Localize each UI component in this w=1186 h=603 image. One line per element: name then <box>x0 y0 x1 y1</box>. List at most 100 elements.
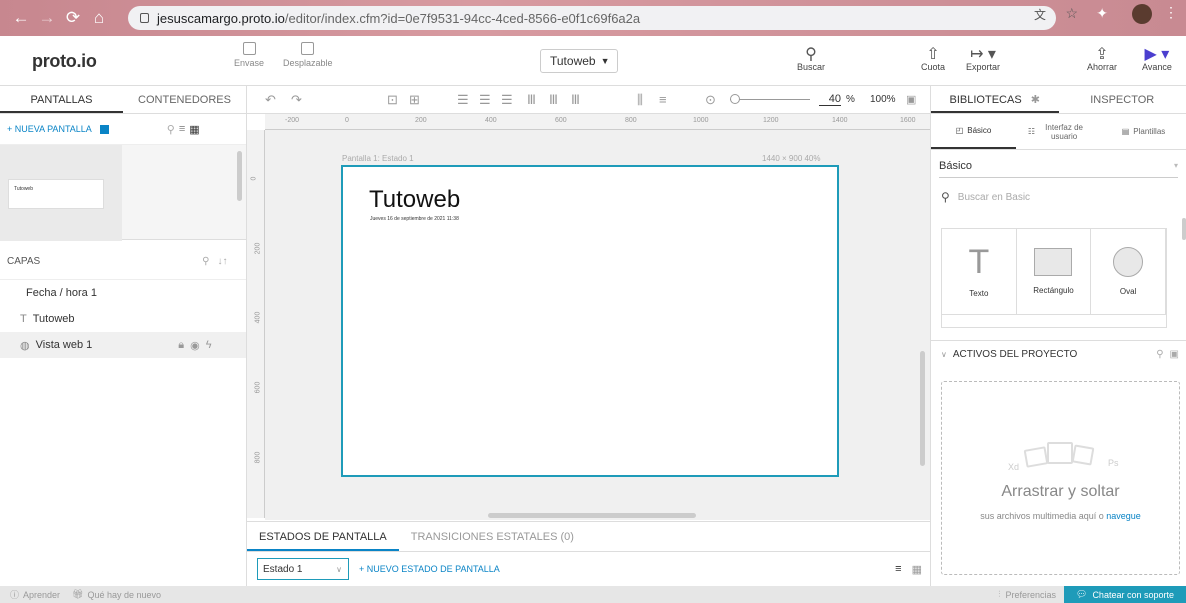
zoom-slider-handle[interactable] <box>730 94 740 104</box>
reload-icon[interactable]: ⟳ <box>60 5 86 31</box>
new-screen-button[interactable]: + NUEVA PANTALLA <box>7 124 92 134</box>
forward-icon[interactable]: → <box>34 5 60 31</box>
search-icon[interactable]: ⚲ <box>1156 349 1163 360</box>
xd-icon: Xd <box>1008 462 1020 472</box>
tab-pantallas[interactable]: PANTALLAS <box>0 86 123 113</box>
grid-view-icon[interactable]: ▦ <box>912 563 922 576</box>
ahorrar-label: Ahorrar <box>1087 62 1118 72</box>
tab-state-transitions[interactable]: TRANSICIONES ESTATALES (0) <box>399 522 586 551</box>
layer-item[interactable]: ◍ Vista web 1 🔒︎ ◉ ϟ <box>0 332 246 358</box>
pin-icon[interactable]: ✱ <box>1031 94 1040 106</box>
right-panel: BIBLIOTECAS ✱ INSPECTOR ◰ Básico ☷ Inter… <box>930 86 1186 586</box>
avance-button[interactable]: ▶ ▾ Avance <box>1142 44 1172 72</box>
frame-label: Pantalla 1: Estado 1 <box>342 154 414 163</box>
share-icon: ⇧ <box>926 46 940 63</box>
new-state-button[interactable]: + NUEVO ESTADO DE PANTALLA <box>359 564 500 574</box>
browse-link[interactable]: navegue <box>1106 511 1141 521</box>
ruler-tick: 200 <box>254 242 262 255</box>
fit-screen-icon[interactable]: ▣ <box>906 93 916 106</box>
library-item-oval[interactable]: Oval <box>1091 229 1166 315</box>
lock-icon[interactable]: 🔒︎ <box>178 339 184 352</box>
align-middle-icon[interactable]: Ⅲ <box>549 92 558 108</box>
preferences-link[interactable]: Preferencias <box>1005 590 1056 600</box>
lib-tab-basic[interactable]: ◰ Básico <box>931 114 1016 149</box>
list-view-icon[interactable]: ≡ <box>179 123 185 135</box>
lib-tab-templates[interactable]: ▤ Plantillas <box>1101 114 1186 149</box>
exportar-button[interactable]: ↦ ▾ Exportar <box>966 44 1000 72</box>
layer-item[interactable]: T Tutoweb <box>0 306 246 332</box>
cuota-label: Cuota <box>921 62 946 72</box>
zoom-slider[interactable] <box>730 94 810 104</box>
zoom-value[interactable]: 40 <box>819 93 841 106</box>
media-dropzone[interactable]: Xd Ps Arrastrar y soltar sus archivos mu… <box>941 381 1180 575</box>
canvas-stage[interactable]: Pantalla 1: Estado 1 1440 × 900 40% Tuto… <box>265 130 930 520</box>
avatar[interactable] <box>1132 4 1152 24</box>
canvas-vertical-scrollbar[interactable] <box>920 351 925 466</box>
screen-frame[interactable]: Tutoweb Jueves 16 de septiembre de 2021 … <box>341 165 839 477</box>
screen-thumbnail[interactable]: Tutoweb <box>0 145 122 241</box>
frame-title-text[interactable]: Tutoweb <box>369 186 460 214</box>
frame-date-text[interactable]: Jueves 16 de septiembre de 2021 11:38 <box>370 216 459 222</box>
search-icon[interactable]: ⚲ <box>202 256 209 267</box>
align-center-icon[interactable]: ☰ <box>479 92 491 108</box>
buscar-label: Buscar <box>797 62 826 72</box>
tab-screen-states[interactable]: ESTADOS DE PANTALLA <box>247 522 399 551</box>
project-name: Tutoweb <box>550 54 596 68</box>
align-left-icon[interactable]: ☰ <box>457 92 469 108</box>
address-bar[interactable]: jesuscamargo.proto.io/editor/index.cfm?i… <box>128 6 1056 30</box>
aprender-link[interactable]: Aprender <box>23 590 60 600</box>
envase-button[interactable]: Envase <box>234 42 264 68</box>
snap-icon[interactable]: ⊙ <box>705 92 716 108</box>
home-icon[interactable]: ⌂ <box>86 5 112 31</box>
back-icon[interactable]: ← <box>8 5 34 31</box>
tab-contenedores[interactable]: CONTENEDORES <box>123 86 246 113</box>
sort-icon[interactable]: ↓↑ <box>218 256 228 267</box>
distribute-h-icon[interactable]: ⫼ <box>637 92 643 108</box>
ahorrar-button[interactable]: ⇪ Ahorrar <box>1087 44 1117 72</box>
list-view-icon[interactable]: ≡ <box>895 563 901 575</box>
translate-icon[interactable]: 文 <box>1034 6 1046 23</box>
buscar-button[interactable]: ⚲ Buscar <box>797 44 825 72</box>
desplazable-button[interactable]: Desplazable <box>283 42 333 68</box>
library-search[interactable]: ⚲ Buscar en Basic <box>931 182 1186 212</box>
undo-icon[interactable]: ↶ <box>265 92 276 108</box>
ruler-tick: 400 <box>254 311 262 324</box>
screen-template-icon[interactable] <box>99 124 109 134</box>
align-top-icon[interactable]: Ⅲ <box>527 92 536 108</box>
tab-inspector[interactable]: INSPECTOR <box>1059 86 1186 113</box>
lib-tab-ui[interactable]: ☷ Interfaz de usuario <box>1016 114 1101 149</box>
align-right-icon[interactable]: ☰ <box>501 92 513 108</box>
redo-icon[interactable]: ↷ <box>291 92 302 108</box>
library-item-rectangle[interactable]: Rectángulo <box>1016 229 1092 315</box>
star-icon[interactable]: ☆ <box>1065 5 1078 22</box>
state-select[interactable]: Estado 1 ∨ <box>257 558 349 580</box>
tab-libraries[interactable]: BIBLIOTECAS ✱ <box>931 86 1059 113</box>
thumb-scrollbar[interactable] <box>237 151 242 201</box>
align-bottom-icon[interactable]: Ⅲ <box>571 92 580 108</box>
interaction-icon[interactable]: ϟ <box>206 339 212 351</box>
distribute-v-icon[interactable]: ≡ <box>659 92 667 107</box>
right-tabs: BIBLIOTECAS ✱ INSPECTOR <box>931 86 1186 114</box>
library-scrollbar[interactable] <box>1182 218 1186 240</box>
group-icon[interactable]: ⊡ <box>387 92 398 108</box>
extensions-icon[interactable]: ✦ <box>1096 5 1108 22</box>
search-icon[interactable]: ⚲ <box>167 123 175 136</box>
menu-icon[interactable]: ⋮ <box>1164 4 1178 21</box>
screen-thumbnails: Tutoweb <box>0 144 246 241</box>
chat-support-button[interactable]: 💬︎ Chatear con soporte <box>1064 586 1186 603</box>
chevron-down-icon: ∨ <box>941 350 947 359</box>
image-icon[interactable]: ▣ <box>1170 349 1179 360</box>
canvas-horizontal-scrollbar[interactable] <box>488 513 696 518</box>
eye-icon[interactable]: ◉ <box>190 339 200 352</box>
ungroup-icon[interactable]: ⊞ <box>409 92 420 108</box>
zoom-100-button[interactable]: 100% <box>870 94 896 105</box>
grid-view-icon[interactable]: ▦ <box>189 123 199 136</box>
project-select[interactable]: Tutoweb ▼ <box>540 49 618 73</box>
cuota-button[interactable]: ⇧ Cuota <box>921 44 945 72</box>
project-assets-header[interactable]: ∨ ACTIVOS DEL PROYECTO ⚲ ▣ <box>931 340 1186 368</box>
layer-item[interactable]: Fecha / hora 1 <box>0 280 246 306</box>
ruler-tick: 800 <box>254 451 262 464</box>
whats-new-link[interactable]: Qué hay de nuevo <box>87 590 161 600</box>
library-item-text[interactable]: T Texto <box>942 229 1017 315</box>
library-select[interactable]: Básico ▾ <box>939 154 1178 178</box>
